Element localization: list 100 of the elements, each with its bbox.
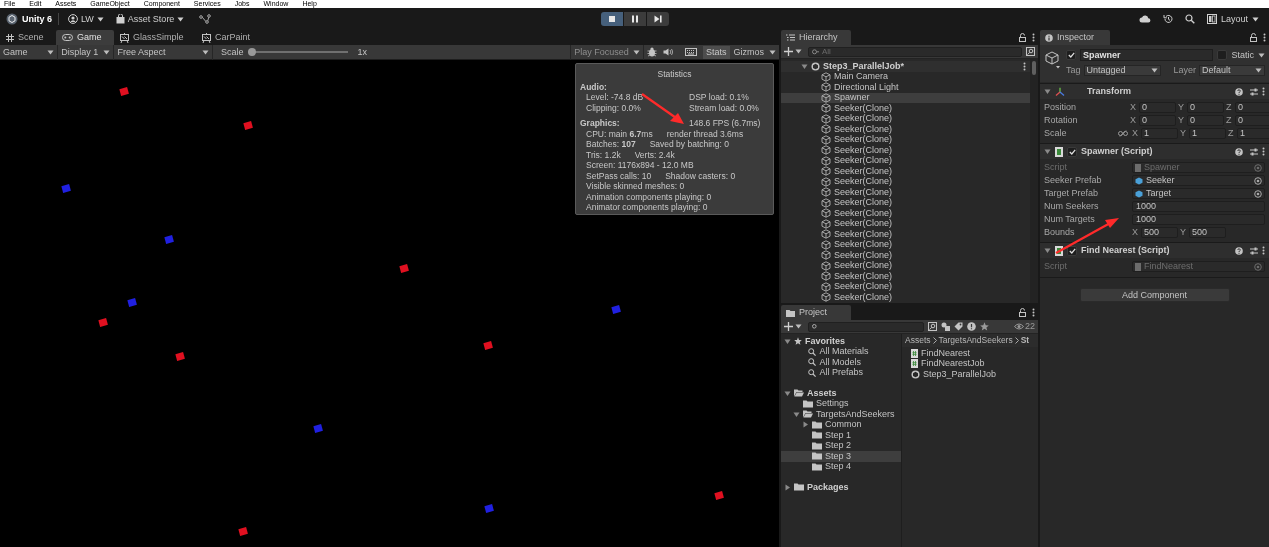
caret-icon[interactable]: [1258, 52, 1265, 58]
collapsed-arrow-icon[interactable]: [802, 421, 809, 429]
caret-icon[interactable]: [1252, 16, 1259, 22]
scrollbar[interactable]: [1030, 59, 1038, 303]
hierarchy-item[interactable]: Seeker(Clone): [781, 292, 1030, 303]
name-field[interactable]: Spawner: [1080, 49, 1214, 61]
hierarchy-item[interactable]: Seeker(Clone): [781, 250, 1030, 261]
number-field[interactable]: 0: [1235, 102, 1269, 113]
caret-icon[interactable]: [96, 16, 104, 22]
help-icon[interactable]: [1235, 147, 1243, 156]
view-tab[interactable]: Game: [56, 30, 114, 45]
hierarchy-item[interactable]: Seeker(Clone): [781, 218, 1030, 229]
asset-item[interactable]: FindNearest: [911, 348, 1038, 359]
more-options-icon[interactable]: [1262, 87, 1265, 96]
more-options-icon[interactable]: [1263, 33, 1266, 42]
panel-tab[interactable]: Hierarchy: [781, 30, 851, 45]
hierarchy-item[interactable]: Seeker(Clone): [781, 229, 1030, 240]
tree-item[interactable]: Favorites: [781, 336, 901, 347]
hierarchy-item[interactable]: Seeker(Clone): [781, 197, 1030, 208]
tree-item[interactable]: Common: [781, 419, 901, 430]
caret-icon[interactable]: [1255, 67, 1262, 73]
layer-dropdown[interactable]: Default: [1199, 64, 1265, 76]
hierarchy-item[interactable]: Directional Light: [781, 82, 1030, 93]
number-field[interactable]: 0: [1187, 115, 1224, 126]
number-field[interactable]: 1: [1237, 128, 1269, 139]
view-mode-dropdown[interactable]: Game: [0, 44, 59, 60]
gizmos-dropdown[interactable]: Gizmos: [730, 45, 779, 59]
hierarchy-item[interactable]: Seeker(Clone): [781, 260, 1030, 271]
play-mode-dropdown[interactable]: Play Focused: [570, 44, 644, 60]
number-field[interactable]: 0: [1139, 102, 1176, 113]
component-header[interactable]: Transform: [1040, 83, 1269, 99]
tree-item[interactable]: Step 3: [781, 451, 901, 462]
number-field[interactable]: 1: [1141, 128, 1178, 139]
view-tab[interactable]: CarPaint: [196, 30, 278, 45]
stats-toggle[interactable]: Stats: [703, 45, 730, 59]
number-field[interactable]: 0: [1235, 115, 1269, 126]
search-icon[interactable]: [1184, 14, 1195, 24]
breadcrumb-link[interactable]: St: [1020, 336, 1030, 345]
hierarchy-item[interactable]: Seeker(Clone): [781, 187, 1030, 198]
unlinked-icon[interactable]: [1118, 130, 1128, 137]
expanded-arrow-icon[interactable]: [1044, 148, 1051, 155]
slider-thumb[interactable]: [247, 48, 256, 56]
lock-icon[interactable]: [1250, 33, 1257, 42]
caret-icon[interactable]: [1150, 67, 1158, 73]
add-dropdown[interactable]: [784, 47, 804, 56]
tree-item[interactable]: Step 2: [781, 440, 901, 451]
bug-icon[interactable]: [647, 47, 657, 57]
presets-icon[interactable]: [1250, 246, 1258, 255]
collapsed-arrow-icon[interactable]: [784, 483, 791, 491]
component-header[interactable]: Find Nearest (Script): [1040, 242, 1269, 258]
step-button[interactable]: [646, 12, 669, 26]
object-field[interactable]: Target: [1132, 188, 1265, 199]
more-options-icon[interactable]: [1032, 33, 1035, 42]
presets-icon[interactable]: [1250, 87, 1258, 96]
shapes-icon[interactable]: [941, 322, 950, 331]
object-field[interactable]: Seeker: [1132, 175, 1265, 186]
account-dropdown[interactable]: LW: [65, 14, 107, 24]
speaker-icon[interactable]: [663, 48, 673, 56]
expanded-arrow-icon[interactable]: [784, 337, 791, 345]
hierarchy-item[interactable]: Seeker(Clone): [781, 176, 1030, 187]
branch-icon[interactable]: [199, 14, 212, 24]
tree-item[interactable]: Packages: [781, 482, 901, 493]
search-field[interactable]: All: [808, 46, 1022, 57]
hierarchy-item[interactable]: Seeker(Clone): [781, 281, 1030, 292]
aspect-dropdown[interactable]: Free Aspect: [114, 44, 214, 60]
lock-icon[interactable]: [1019, 33, 1026, 42]
hierarchy-item[interactable]: Seeker(Clone): [781, 155, 1030, 166]
tree-item[interactable]: TargetsAndSeekers: [781, 409, 901, 420]
tree-item[interactable]: Assets: [781, 388, 901, 399]
number-field[interactable]: 500: [1141, 227, 1178, 238]
help-icon[interactable]: [1235, 87, 1243, 96]
hierarchy-item[interactable]: Seeker(Clone): [781, 271, 1030, 282]
hierarchy-item[interactable]: Seeker(Clone): [781, 103, 1030, 114]
caret-icon[interactable]: [633, 49, 640, 55]
add-component-button[interactable]: Add Component: [1079, 288, 1230, 302]
asset-store-dropdown[interactable]: Asset Store: [112, 14, 188, 24]
caret-icon[interactable]: [202, 49, 210, 55]
object-picker-icon[interactable]: [1254, 262, 1262, 271]
hierarchy-item[interactable]: Main Camera: [781, 71, 1030, 82]
tree-item[interactable]: All Models: [781, 357, 901, 368]
scrollbar-thumb[interactable]: [1032, 61, 1036, 75]
caret-icon[interactable]: [47, 49, 55, 55]
expanded-arrow-icon[interactable]: [793, 410, 800, 418]
asset-item[interactable]: FindNearestJob: [911, 358, 1038, 369]
caret-icon[interactable]: [177, 16, 185, 22]
cloud-icon[interactable]: [1138, 15, 1151, 23]
asset-item[interactable]: Step3_ParallelJob: [911, 369, 1038, 380]
expanded-arrow-icon[interactable]: [1044, 88, 1051, 95]
help-icon[interactable]: [1235, 246, 1243, 255]
tag-icon[interactable]: [954, 322, 963, 331]
presets-icon[interactable]: [1250, 147, 1258, 156]
lock-icon[interactable]: [1019, 308, 1026, 317]
checkbox[interactable]: [1067, 146, 1077, 157]
number-field[interactable]: 0: [1139, 115, 1176, 126]
component-header[interactable]: Spawner (Script): [1040, 143, 1269, 159]
breadcrumb-link[interactable]: Assets: [905, 336, 931, 345]
scene-search-icon[interactable]: [928, 322, 937, 331]
cube-icon[interactable]: [1044, 51, 1060, 69]
pause-button[interactable]: [623, 12, 646, 26]
hierarchy-item[interactable]: Seeker(Clone): [781, 166, 1030, 177]
